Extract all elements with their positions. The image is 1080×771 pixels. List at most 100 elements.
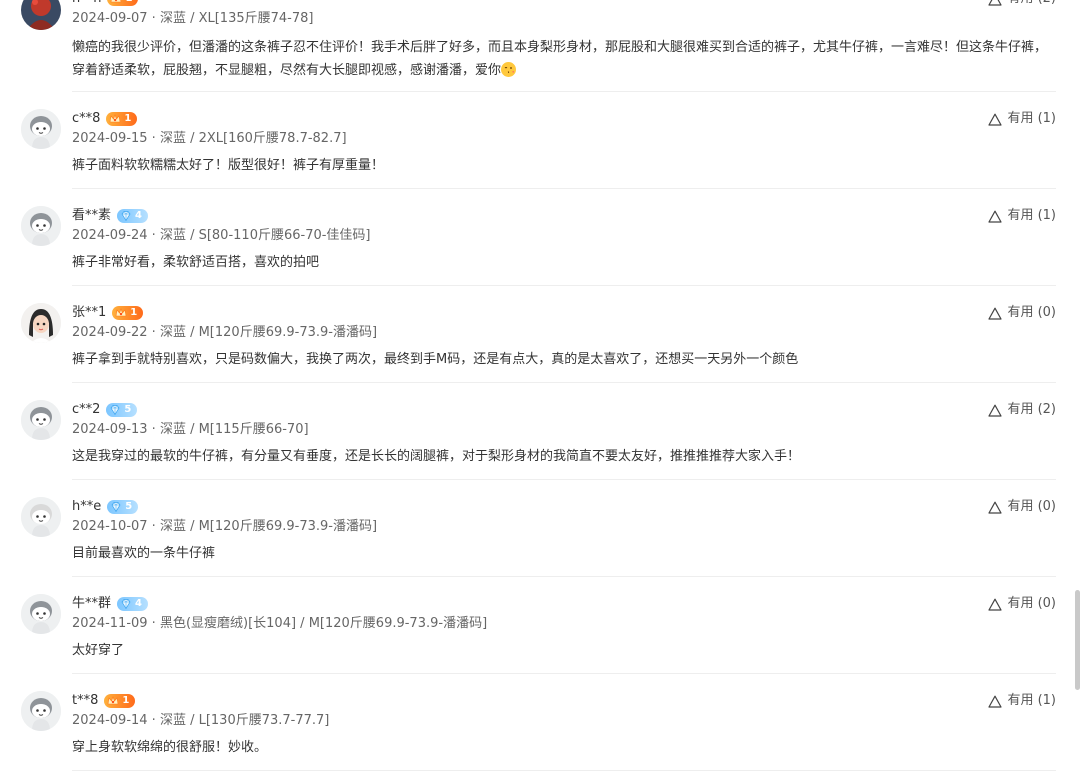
user-row: 张**1 1: [72, 304, 144, 322]
review-text: 懒癌的我很少评价，但潘潘的这条裤子忍不住评价！我手术后胖了好多，而且本身梨形身材…: [72, 40, 1048, 78]
user-name[interactable]: 看**素: [72, 207, 111, 225]
user-row: c**2 5: [72, 401, 138, 419]
review-text: 这是我穿过的最软的牛仔裤，有分量又有垂度，还是长长的阔腿裤，对于梨形身材的我简直…: [72, 449, 801, 464]
user-name[interactable]: n**n: [72, 0, 101, 8]
user-row: h**e 5: [72, 498, 139, 516]
useful-label: 有用 (1): [1007, 111, 1056, 126]
badge-level: 4: [135, 210, 142, 221]
thumbs-up-triangle-icon: [988, 113, 1003, 126]
useful-label: 有用 (0): [1007, 596, 1056, 611]
review-text: 裤子非常好看，柔软舒适百搭，喜欢的拍吧: [72, 255, 320, 270]
badge-level: 1: [124, 113, 132, 124]
useful-button[interactable]: 有用 (1): [988, 207, 1056, 225]
avatar[interactable]: [21, 691, 61, 731]
user-row: 牛**群 4: [72, 595, 148, 613]
thumbs-up-triangle-icon: [988, 598, 1003, 611]
review-content: 懒癌的我很少评价，但潘潘的这条裤子忍不住评价！我手术后胖了好多，而且本身梨形身材…: [72, 36, 1056, 82]
user-name[interactable]: 牛**群: [72, 595, 111, 613]
avatar[interactable]: [21, 497, 61, 537]
user-name[interactable]: t**8: [72, 692, 98, 710]
thumbs-up-triangle-icon: [988, 307, 1003, 320]
crown-icon: [115, 308, 127, 317]
crown-icon: [111, 0, 122, 3]
user-row: c**8 1: [72, 110, 138, 128]
user-name[interactable]: c**8: [72, 110, 100, 128]
useful-label: 有用 (1): [1007, 208, 1056, 223]
badge-level: 5: [125, 501, 133, 512]
badge-level: 1: [130, 307, 138, 318]
review-meta: 2024-09-22 · 深蓝 / M[120斤腰69.9-73.9-潘潘码]: [72, 325, 378, 340]
member-badge: 4: [117, 209, 148, 223]
review-list: n**n 1 2024-09-07 · 深蓝 / XL[135斤腰74-78] 懒癌的…: [0, 0, 1080, 771]
review-meta: 2024-09-14 · 深蓝 / L[130斤腰73.7-77.7]: [72, 713, 330, 728]
review-content: 裤子面料软软糯糯太好了！版型很好！裤子有厚重量！: [72, 154, 1056, 177]
avatar[interactable]: [21, 206, 61, 246]
user-name[interactable]: h**e: [72, 498, 101, 516]
review-content: 目前最喜欢的一条牛仔裤: [72, 542, 1056, 565]
review-item: c**8 1 2024-09-15 · 深蓝 / 2XL[160斤腰78.7-82.…: [0, 92, 1080, 189]
thumbs-up-triangle-icon: [988, 210, 1003, 223]
avatar[interactable]: [21, 594, 61, 634]
review-item: 看**素 4 2024-09-24 · 深蓝 / S[80-110斤腰66-70-佳…: [0, 189, 1080, 286]
useful-button[interactable]: 有用 (2): [988, 401, 1056, 419]
thumbs-up-triangle-icon: [988, 0, 1003, 6]
review-item: t**8 1 2024-09-14 · 深蓝 / L[130斤腰73.7-77.7]…: [0, 674, 1080, 771]
useful-button[interactable]: 有用 (0): [988, 498, 1056, 516]
review-text: 裤子拿到手就特别喜欢，只是码数偏大，我换了两次，最终到手M码，还是有点大，真的是…: [72, 352, 799, 367]
member-badge: 1: [107, 0, 139, 6]
useful-button[interactable]: 有用 (1): [988, 692, 1056, 710]
member-badge: 5: [106, 403, 138, 417]
user-row: 看**素 4: [72, 207, 148, 225]
useful-label: 有用 (2): [1007, 402, 1056, 417]
review-content: 裤子拿到手就特别喜欢，只是码数偏大，我换了两次，最终到手M码，还是有点大，真的是…: [72, 348, 1056, 371]
user-name[interactable]: c**2: [72, 401, 100, 419]
review-item: 牛**群 4 2024-11-09 · 黑色(显瘦磨绒)[长104] / M[120…: [0, 577, 1080, 674]
useful-button[interactable]: 有用 (0): [988, 304, 1056, 322]
scrollbar[interactable]: [1075, 590, 1080, 690]
avatar[interactable]: [21, 109, 61, 149]
review-meta: 2024-09-15 · 深蓝 / 2XL[160斤腰78.7-82.7]: [72, 131, 347, 146]
useful-label: 有用 (0): [1007, 499, 1056, 514]
useful-label: 有用 (1): [1007, 693, 1056, 708]
review-meta: 2024-11-09 · 黑色(显瘦磨绒)[长104] / M[120斤腰69.…: [72, 616, 488, 631]
diamond-icon: [110, 405, 120, 416]
review-item: h**e 5 2024-10-07 · 深蓝 / M[120斤腰69.9-73.9-…: [0, 480, 1080, 577]
useful-label: 有用 (0): [1007, 305, 1056, 320]
review-meta: 2024-09-13 · 深蓝 / M[115斤腰66-70]: [72, 422, 309, 437]
diamond-icon: [121, 211, 131, 222]
user-row: t**8 1: [72, 692, 136, 710]
review-text: 穿上身软软绵绵的很舒服！妙收。: [72, 740, 268, 755]
badge-level: 4: [135, 598, 142, 609]
avatar[interactable]: [21, 0, 61, 30]
useful-button[interactable]: 有用 (1): [988, 110, 1056, 128]
user-row: n**n 1: [72, 0, 139, 8]
avatar[interactable]: [21, 400, 61, 440]
review-meta: 2024-10-07 · 深蓝 / M[120斤腰69.9-73.9-潘潘码]: [72, 519, 378, 534]
useful-button[interactable]: 有用 (2): [988, 0, 1056, 8]
review-item: 张**1 1 2024-09-22 · 深蓝 / M[120斤腰69.9-73.9-…: [0, 286, 1080, 383]
useful-label: 有用 (2): [1007, 0, 1056, 8]
diamond-icon: [121, 599, 131, 610]
review-text: 裤子面料软软糯糯太好了！版型很好！裤子有厚重量！: [72, 158, 385, 173]
member-badge: 1: [112, 306, 144, 320]
review-content: 这是我穿过的最软的牛仔裤，有分量又有垂度，还是长长的阔腿裤，对于梨形身材的我简直…: [72, 445, 1056, 468]
review-item: c**2 5 2024-09-13 · 深蓝 / M[115斤腰66-70] 这是我穿…: [0, 383, 1080, 480]
avatar[interactable]: [21, 303, 61, 343]
review-content: 裤子非常好看，柔软舒适百搭，喜欢的拍吧: [72, 251, 1056, 274]
thumbs-up-triangle-icon: [988, 404, 1003, 417]
review-content: 太好穿了: [72, 639, 1056, 662]
thumbs-up-triangle-icon: [988, 695, 1003, 708]
kiss-emoji-icon: [501, 62, 517, 77]
member-badge: 5: [107, 500, 139, 514]
review-content: 穿上身软软绵绵的很舒服！妙收。: [72, 736, 1056, 759]
badge-level: 1: [125, 0, 132, 4]
crown-icon: [110, 114, 121, 123]
useful-button[interactable]: 有用 (0): [988, 595, 1056, 613]
member-badge: 4: [117, 597, 148, 611]
review-text: 太好穿了: [72, 643, 125, 658]
diamond-icon: [111, 502, 121, 513]
review-meta: 2024-09-07 · 深蓝 / XL[135斤腰74-78]: [72, 11, 314, 26]
thumbs-up-triangle-icon: [988, 501, 1003, 514]
user-name[interactable]: 张**1: [72, 304, 106, 322]
crown-icon: [108, 696, 119, 705]
